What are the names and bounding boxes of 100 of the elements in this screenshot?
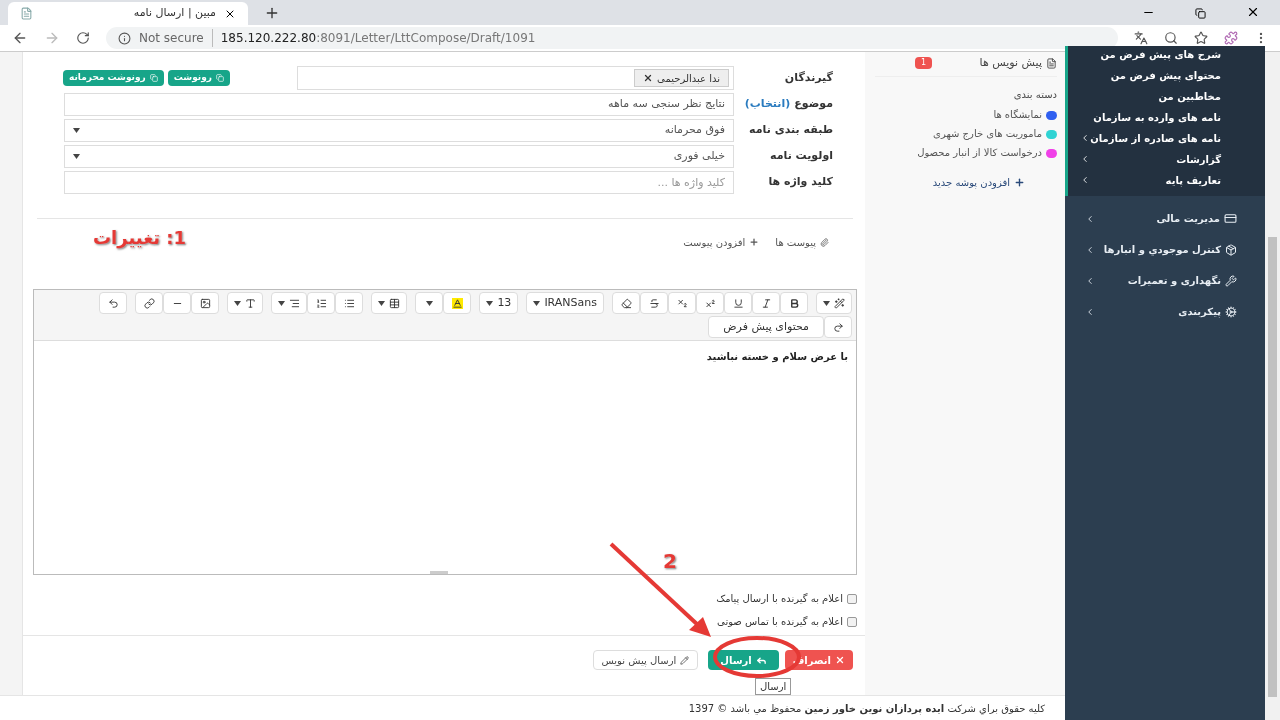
checkbox[interactable] [847,616,857,627]
submenu-item[interactable]: شرح های پیش فرض من [1080,46,1221,62]
highlight-button[interactable] [443,292,472,314]
undo-icon [107,297,119,309]
recipients-field[interactable]: ندا عبدالرحیمی [297,66,734,90]
caret-icon [73,128,80,133]
save-draft-button[interactable]: ارسال پیش نویس [592,650,699,670]
caret-icon [234,300,242,306]
underline-button[interactable] [724,292,752,314]
pencil-icon [680,655,690,665]
reload-icon[interactable] [76,31,90,45]
menu-item[interactable]: مدیریت مالی [1085,210,1237,227]
chevron-icon [1080,133,1090,143]
chevron-icon [1085,306,1095,317]
submenu-item[interactable]: تعاریف پایه [1080,172,1221,188]
select-field[interactable]: فوق محرمانه [64,119,734,142]
plus-icon [1014,176,1025,188]
submenu-item[interactable]: نامه های وارده به سازمان [1080,109,1221,125]
underline-icon [732,297,744,309]
keywords-field[interactable]: کلید واژه ها ... [64,171,734,194]
recipient-tag[interactable]: ندا عبدالرحیمی [634,69,729,87]
submenu-item[interactable]: مخاطبین من [1080,88,1221,104]
table-dropdown[interactable] [371,292,408,314]
caret-icon [823,300,830,306]
select-field[interactable]: خیلی فوری [64,145,734,168]
caret-icon [425,300,433,306]
copy-icon [215,74,224,82]
undo-button[interactable] [99,292,128,314]
bullet-list-button[interactable] [335,292,364,314]
bold-icon [788,297,800,309]
info-icon [118,31,131,45]
field-label: کلید واژه ها [768,174,833,191]
subject-field[interactable]: نتایج نظر سنجی سه ماهه [64,93,734,116]
annotation-number: 2 [663,548,677,575]
wrench-icon [1225,274,1237,287]
bullet-list-icon [343,297,355,309]
redo-button[interactable] [824,316,852,338]
color-dropdown[interactable] [415,292,444,314]
strikethrough-icon [648,297,660,309]
menu-item[interactable]: کنترل موجودي و انبارها [1085,241,1237,258]
superscript-icon [704,297,716,309]
strikethrough-button[interactable] [640,292,668,314]
restore-icon[interactable] [1195,8,1206,19]
submenu-item[interactable]: گزارشات [1080,151,1221,167]
default-content-button[interactable]: محتوای پیش فرض [708,316,824,338]
add-folder-button[interactable]: افزودن پوشه جدید [932,174,1025,190]
italic-button[interactable] [752,292,780,314]
subscript-button[interactable] [668,292,696,314]
scrollbar[interactable] [1265,52,1280,720]
image-icon [199,297,211,309]
caret-icon [378,300,386,306]
text-size-dropdown[interactable] [227,292,264,314]
image-button[interactable] [191,292,220,314]
menu-item[interactable]: پیکربندی [1085,303,1237,320]
copy-icon [149,74,158,82]
remove-icon [643,73,654,83]
link-button[interactable] [135,292,164,314]
menu-item[interactable]: نگهداری و تعمیرات [1085,272,1237,289]
tab-title: مبین | ارسال نامه [133,5,216,22]
paperclip-icon [820,237,829,247]
bold-button[interactable] [780,292,808,314]
back-icon[interactable] [12,30,28,46]
redo-icon [832,321,844,333]
caret-icon [533,300,541,306]
eraser-button[interactable] [612,292,640,314]
submenu-item[interactable]: نامه های صادره از سازمان [1080,130,1221,146]
align-dropdown[interactable] [271,292,308,314]
checkbox-label: اعلام به گیرنده با تماس صوتی [717,615,843,629]
checkbox[interactable] [847,593,857,604]
package-icon [1225,243,1237,256]
caret-icon [278,300,286,306]
numbered-list-button[interactable] [307,292,336,314]
browser-tab[interactable]: مبین | ارسال نامه [8,2,248,25]
annotation-label: 1: تغییرات [93,226,187,251]
font-size-dropdown[interactable]: 13 [479,292,519,314]
settings-icon [1225,305,1237,318]
star-icon[interactable] [1194,31,1208,45]
close-icon [835,655,845,665]
category-item[interactable]: ماموریت های خارج شهری [933,127,1042,140]
zoom-icon[interactable] [1164,31,1178,45]
category-item[interactable]: نمایشگاه ها [993,108,1042,121]
new-tab-icon[interactable] [264,5,280,21]
category-item[interactable]: درخواست کالا از انبار محصول [917,146,1042,159]
translate-icon[interactable] [1134,31,1148,45]
superscript-button[interactable] [696,292,724,314]
add-attachment-button[interactable]: افزودن پیوست [683,234,760,250]
magic-button[interactable] [816,292,852,314]
extension-icon[interactable] [1224,31,1238,45]
tooltip: ارسال [755,678,792,695]
text-size-icon [245,297,257,309]
choose-link[interactable]: (انتخاب) [744,96,791,113]
submenu-item[interactable]: محتوای پیش فرض من [1080,67,1221,83]
drafts-item[interactable]: پیش نویس ها [979,55,1057,72]
address-bar[interactable]: Not secure 185.120.222.80:8091/Letter/LttCompose/Draft/1091 [106,27,1118,49]
attachments-label: پیوست ها [775,234,829,250]
align-icon [289,297,301,309]
font-name-dropdown[interactable]: IRANSans [526,292,604,314]
page-icon [20,7,33,20]
close-window-icon[interactable] [1246,5,1260,19]
highlight-icon [451,297,463,309]
